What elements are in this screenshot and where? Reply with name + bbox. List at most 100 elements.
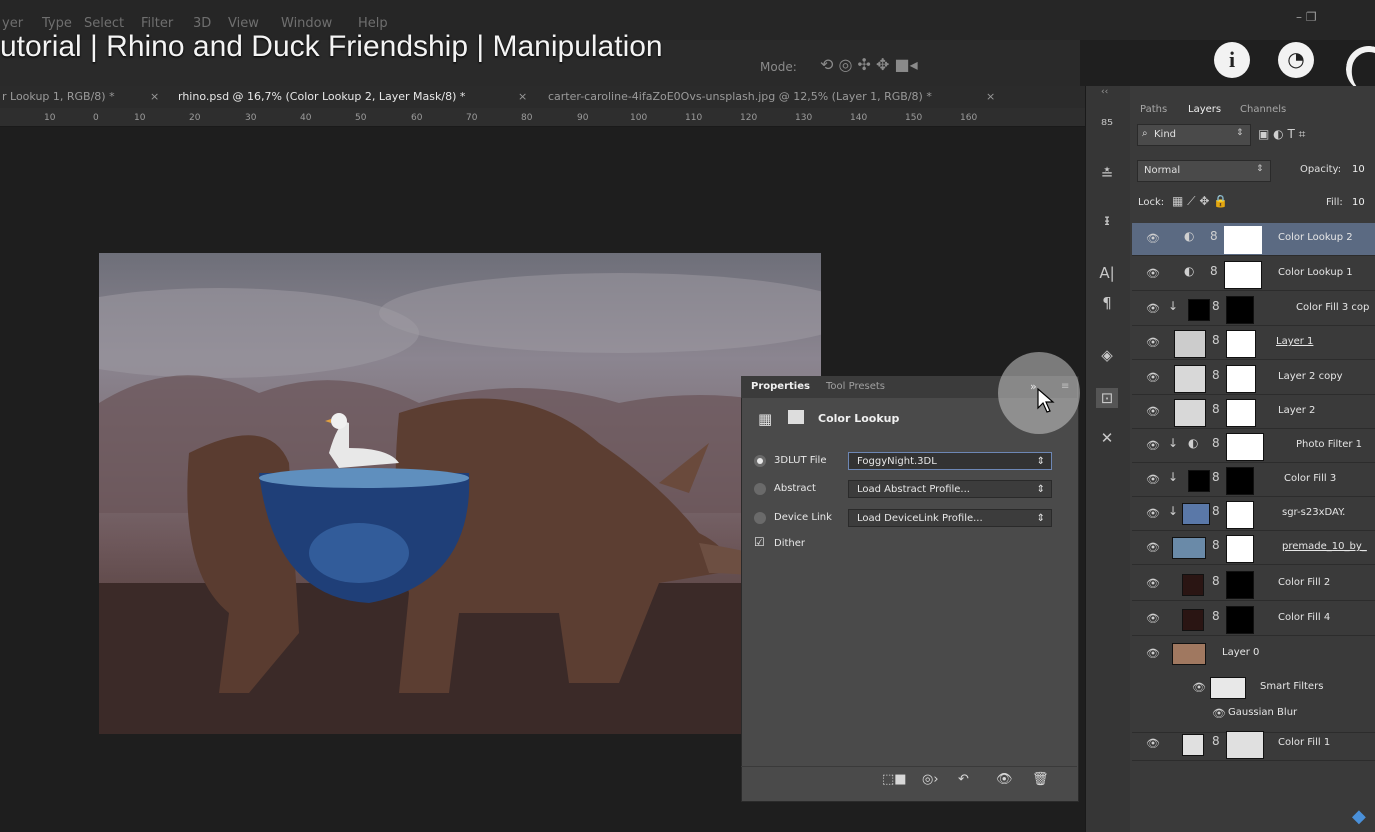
eye-icon[interactable]: 👁 bbox=[1146, 577, 1160, 590]
layer-mask-thumbnail[interactable] bbox=[1226, 433, 1264, 461]
layer-row[interactable]: 👁 8 Layer 1 bbox=[1132, 327, 1375, 360]
eye-icon[interactable]: 👁 bbox=[1146, 647, 1160, 660]
layer-name[interactable]: Color Fill 2 bbox=[1278, 577, 1330, 588]
window-controls-icon[interactable]: – ❐ bbox=[1296, 10, 1317, 24]
eye-icon[interactable]: 👁 bbox=[1146, 473, 1160, 486]
menu-help[interactable]: Help bbox=[358, 16, 388, 31]
tab-tool-presets[interactable]: Tool Presets bbox=[826, 381, 885, 392]
layer-mask-thumbnail[interactable] bbox=[1226, 467, 1254, 495]
tab-rhino-psd[interactable]: rhino.psd @ 16,7% (Color Lookup 2, Layer… bbox=[178, 90, 465, 103]
layer-row[interactable]: 👁 ◐ 8 Color Lookup 1 bbox=[1132, 258, 1375, 291]
eye-icon[interactable]: 👁 bbox=[1146, 267, 1160, 280]
eye-icon[interactable]: 👁 bbox=[1146, 371, 1160, 384]
reset-icon[interactable]: ↶ bbox=[958, 772, 969, 787]
collapse-icon[interactable]: ‹‹ bbox=[1101, 87, 1108, 97]
radio-3dlut[interactable] bbox=[754, 455, 766, 467]
clip-to-layer-icon[interactable]: ⬚■ bbox=[882, 772, 907, 787]
layer-name[interactable]: Color Fill 1 bbox=[1278, 737, 1330, 748]
layer-row[interactable]: 👁 ◐ 8 Color Lookup 2 bbox=[1132, 223, 1375, 256]
lock-icons[interactable]: ▦ ⟋ ✥ 🔒 bbox=[1172, 194, 1228, 209]
link-icon[interactable]: 8 bbox=[1212, 299, 1220, 313]
clock-icon[interactable]: ◔ bbox=[1278, 42, 1314, 78]
tab-close-icon[interactable]: × bbox=[150, 90, 159, 103]
layer-name[interactable]: Color Lookup 1 bbox=[1278, 267, 1353, 278]
layer-row[interactable]: 👁 8 Layer 2 bbox=[1132, 396, 1375, 429]
layer-row[interactable]: 👁 ↓ ◐ 8 Photo Filter 1 bbox=[1132, 430, 1375, 463]
blend-mode-select[interactable]: Normal ⇕ bbox=[1137, 160, 1271, 182]
tab-properties[interactable]: Properties bbox=[751, 381, 810, 392]
layer-name[interactable]: Photo Filter 1 bbox=[1296, 439, 1362, 450]
eye-icon[interactable]: 👁 bbox=[1146, 405, 1160, 418]
link-icon[interactable]: 8 bbox=[1212, 504, 1220, 518]
filter-kind-select[interactable]: ⌕ Kind ⇕ bbox=[1137, 124, 1251, 146]
properties-icon[interactable]: ⊡ bbox=[1096, 388, 1118, 408]
view-previous-icon[interactable]: ◎› bbox=[922, 772, 939, 787]
paragraph-icon[interactable]: ¶ bbox=[1096, 293, 1118, 313]
link-icon[interactable]: 8 bbox=[1210, 264, 1218, 278]
tab-close-icon[interactable]: × bbox=[986, 90, 995, 103]
visibility-icon[interactable]: 👁 bbox=[996, 772, 1013, 787]
eye-icon[interactable]: 👁 bbox=[1146, 336, 1160, 349]
opacity-value[interactable]: 10 bbox=[1352, 164, 1365, 175]
layer-mask-thumbnail[interactable] bbox=[1224, 226, 1262, 254]
layer-row[interactable]: 👁 8 Color Fill 4 bbox=[1132, 603, 1375, 636]
layer-mask-thumbnail[interactable] bbox=[1226, 501, 1254, 529]
eye-icon[interactable]: 👁 bbox=[1146, 612, 1160, 625]
layer-mask-thumbnail[interactable] bbox=[1226, 399, 1256, 427]
info-icon[interactable]: i bbox=[1214, 42, 1250, 78]
link-icon[interactable]: 8 bbox=[1212, 333, 1220, 347]
adjustments-icon[interactable]: ≛ bbox=[1096, 164, 1118, 184]
tab-layers[interactable]: Layers bbox=[1188, 104, 1221, 115]
layer-mask-thumbnail[interactable] bbox=[1226, 535, 1254, 563]
layer-name[interactable]: Smart Filters bbox=[1260, 681, 1323, 692]
menu-layer[interactable]: yer bbox=[2, 16, 23, 31]
eye-icon[interactable]: 👁 bbox=[1146, 737, 1160, 750]
eye-icon[interactable]: 👁 bbox=[1192, 681, 1206, 694]
eye-icon[interactable]: 👁 bbox=[1146, 439, 1160, 452]
brush-preset-icon[interactable]: ᵻ bbox=[1096, 210, 1118, 230]
layer-name[interactable]: Color Fill 3 cop bbox=[1296, 302, 1369, 313]
menu-filter[interactable]: Filter bbox=[141, 16, 173, 31]
layer-mask-thumbnail[interactable] bbox=[1226, 571, 1254, 599]
eye-icon[interactable]: 👁 bbox=[1146, 232, 1160, 245]
layer-row[interactable]: 👁 8 premade_10_by_ bbox=[1132, 532, 1375, 565]
3d-icon[interactable]: ◈ bbox=[1096, 345, 1118, 365]
artwork-image[interactable] bbox=[99, 253, 821, 734]
eye-icon[interactable]: 👁 bbox=[1212, 707, 1226, 720]
layer-name[interactable]: Layer 2 copy bbox=[1278, 371, 1342, 382]
filter-icons[interactable]: ▣ ◐ T ⌗ bbox=[1258, 127, 1305, 142]
menu-select[interactable]: Select bbox=[84, 16, 124, 31]
history-icon[interactable]: ⁸⁵ bbox=[1096, 115, 1118, 135]
layer-mask-thumbnail[interactable] bbox=[1226, 296, 1254, 324]
link-icon[interactable]: 8 bbox=[1212, 402, 1220, 416]
layer-name[interactable]: sgr-s23xDAY. bbox=[1282, 507, 1345, 518]
layer-row[interactable]: 👁 ↓ 8 sgr-s23xDAY. bbox=[1132, 498, 1375, 531]
layer-mask-thumbnail[interactable] bbox=[1226, 606, 1254, 634]
panel-collapse-icon[interactable]: » bbox=[1030, 380, 1037, 393]
3dlut-file-select[interactable]: FoggyNight.3DL ⇕ bbox=[848, 452, 1052, 470]
radio-device-link[interactable] bbox=[754, 512, 766, 524]
tab-close-icon[interactable]: × bbox=[518, 90, 527, 103]
layer-row[interactable]: 👁 ↓ 8 Color Fill 3 cop bbox=[1132, 293, 1375, 326]
link-icon[interactable]: 8 bbox=[1212, 609, 1220, 623]
abstract-profile-select[interactable]: Load Abstract Profile... ⇕ bbox=[848, 480, 1052, 498]
eye-icon[interactable]: 👁 bbox=[1146, 541, 1160, 554]
layer-name[interactable]: Layer 0 bbox=[1222, 647, 1259, 658]
eye-icon[interactable]: 👁 bbox=[1146, 507, 1160, 520]
tab-paths[interactable]: Paths bbox=[1140, 104, 1167, 115]
eye-icon[interactable]: 👁 bbox=[1146, 302, 1160, 315]
layer-name[interactable]: Color Fill 3 bbox=[1284, 473, 1336, 484]
layer-name[interactable]: Layer 2 bbox=[1278, 405, 1315, 416]
layer-mask-thumbnail[interactable] bbox=[1226, 731, 1264, 759]
layer-mask-thumbnail[interactable] bbox=[1226, 330, 1256, 358]
menu-3d[interactable]: 3D bbox=[193, 16, 211, 31]
tab-color-lookup-1[interactable]: r Lookup 1, RGB/8) * bbox=[2, 90, 115, 103]
menu-type[interactable]: Type bbox=[42, 16, 72, 31]
layer-row[interactable]: 👁 ↓ 8 Color Fill 3 bbox=[1132, 464, 1375, 497]
layer-row[interactable]: 👁 8 Color Fill 1 bbox=[1132, 728, 1375, 761]
layer-name[interactable]: premade_10_by_ bbox=[1282, 541, 1367, 552]
delete-icon[interactable]: 🗑 bbox=[1032, 772, 1049, 787]
link-icon[interactable]: 8 bbox=[1212, 734, 1220, 748]
layer-name[interactable]: Color Fill 4 bbox=[1278, 612, 1330, 623]
layer-name[interactable]: Layer 1 bbox=[1276, 336, 1313, 347]
